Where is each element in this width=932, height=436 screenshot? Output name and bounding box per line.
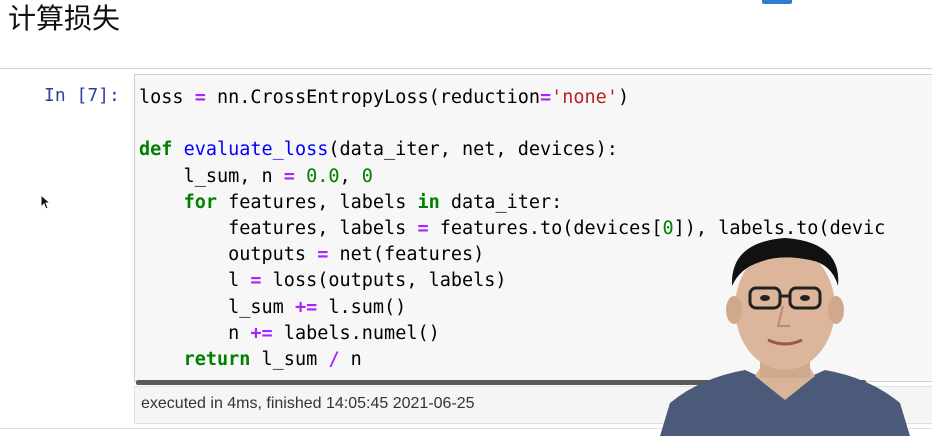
code-line[interactable]: return l_sum / n: [139, 349, 362, 370]
code-line[interactable]: l_sum += l.sum(): [139, 297, 406, 318]
code-line[interactable]: l = loss(outputs, labels): [139, 270, 506, 291]
code-line[interactable]: l_sum, n = 0.0, 0: [139, 166, 373, 187]
code-line[interactable]: for features, labels in data_iter:: [139, 192, 563, 213]
toolbar-icon[interactable]: [762, 0, 792, 4]
section-heading: 计算损失: [8, 2, 121, 35]
cell-prompt: In [7]:: [44, 85, 120, 106]
execution-status-text: executed in 4ms, finished 14:05:45 2021-…: [141, 395, 475, 412]
code-line[interactable]: outputs = net(features): [139, 244, 484, 265]
cell-divider: [0, 68, 932, 69]
code-line[interactable]: n += labels.numel(): [139, 323, 440, 344]
presenter-video-overlay: [660, 238, 910, 436]
mouse-cursor-icon: [40, 194, 52, 210]
code-line[interactable]: loss = nn.CrossEntropyLoss(reduction='no…: [139, 87, 629, 108]
code-line[interactable]: def evaluate_loss(data_iter, net, device…: [139, 139, 618, 160]
